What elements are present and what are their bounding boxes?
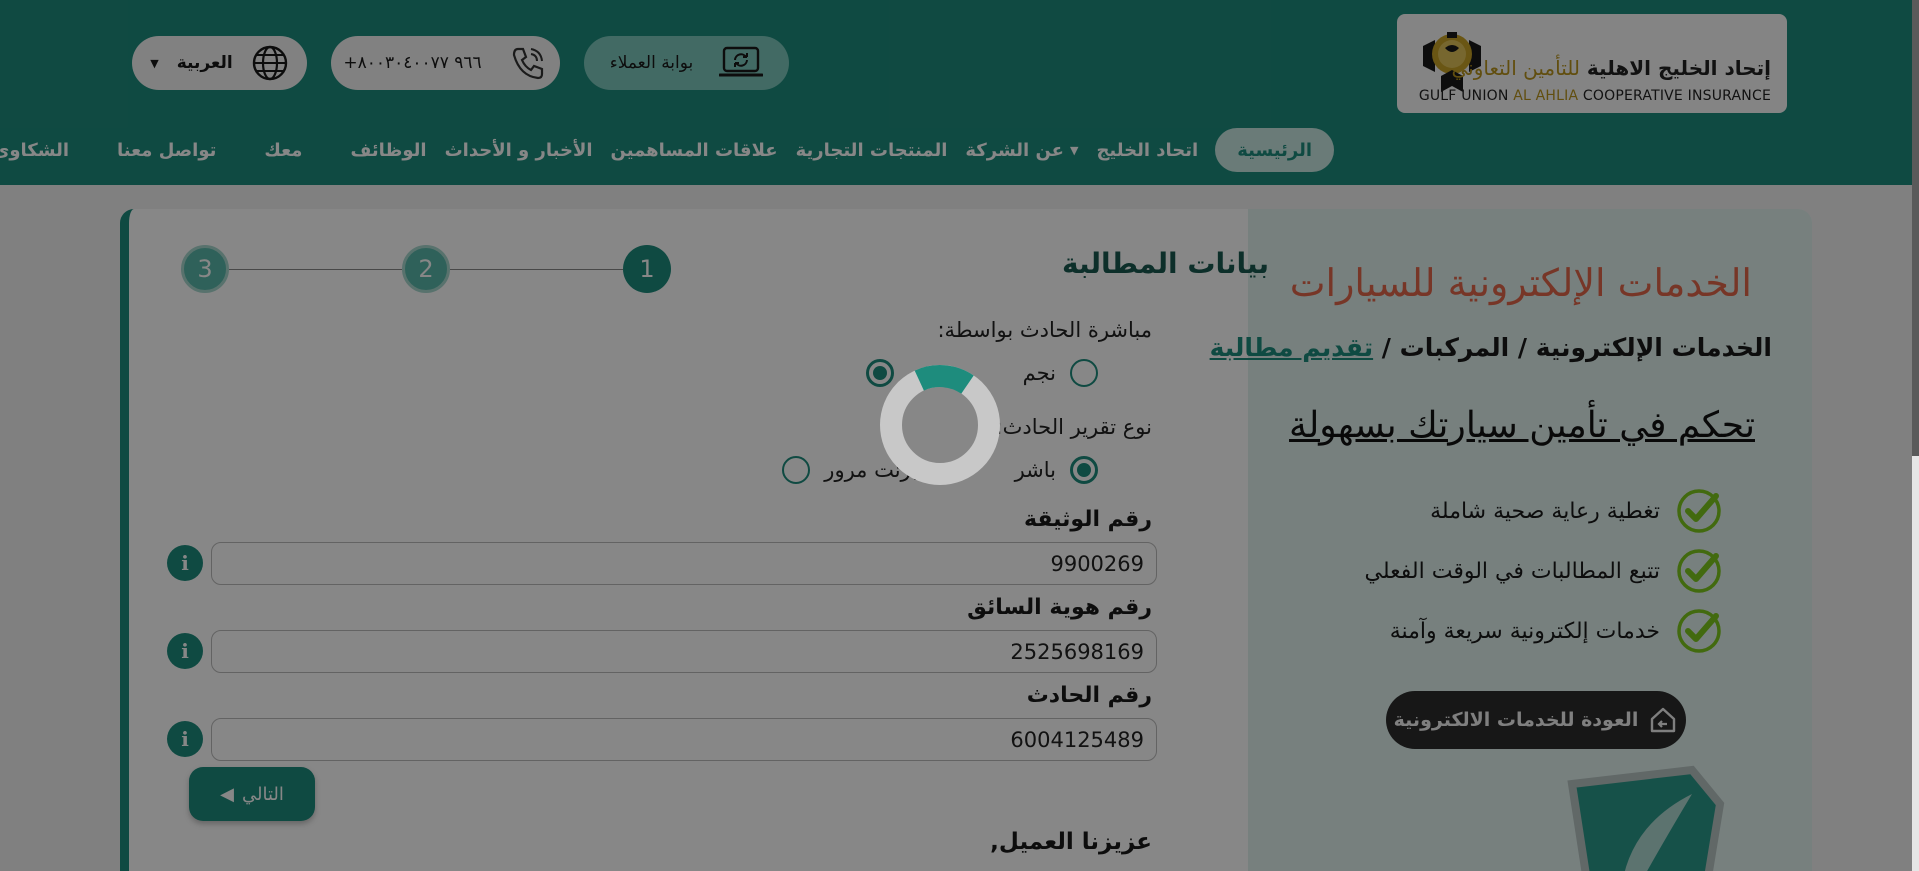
- page-scrollbar[interactable]: [1912, 0, 1919, 871]
- scrollbar-thumb[interactable]: [1912, 0, 1919, 456]
- loading-spinner-icon: [880, 365, 1000, 485]
